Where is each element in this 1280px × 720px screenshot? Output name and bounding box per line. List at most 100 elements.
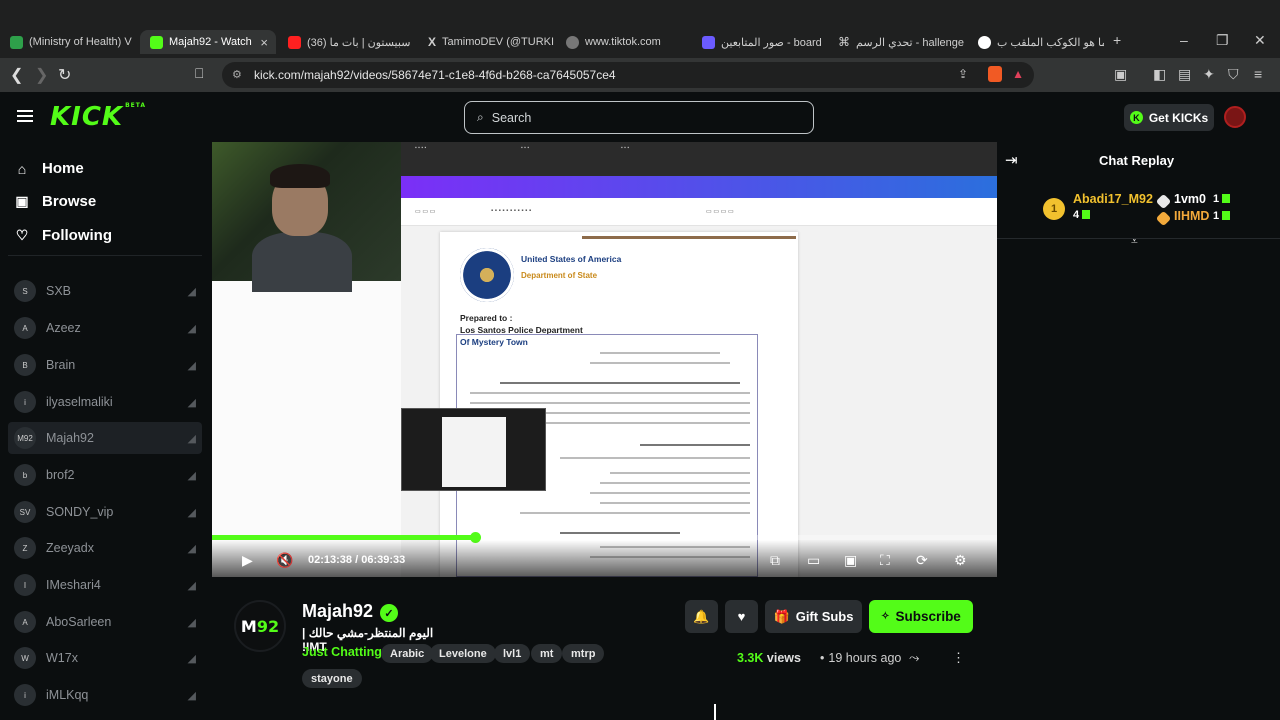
channel-name: AboSarleen bbox=[46, 615, 112, 629]
sidebar-channel[interactable]: A AboSarleen ◢ bbox=[8, 606, 202, 638]
tag[interactable]: Arabic bbox=[381, 644, 434, 663]
gift-subs-button[interactable]: 🎁 Gift Subs bbox=[765, 600, 862, 633]
sidebar-channel[interactable]: i iMLKqq ◢ bbox=[8, 679, 202, 711]
tag[interactable]: mtrp bbox=[562, 644, 605, 663]
document-text-line bbox=[600, 352, 720, 354]
close-window-icon[interactable]: ✕ bbox=[1254, 32, 1266, 49]
picture-in-picture-icon[interactable]: ▣ bbox=[844, 552, 857, 569]
sidebar-channel[interactable]: I IMeshari4 ◢ bbox=[8, 569, 202, 601]
browser-tab[interactable]: (36) سبيستون | بات ما bbox=[278, 30, 418, 54]
get-kicks-button[interactable]: K Get KICKs bbox=[1124, 104, 1214, 131]
tag[interactable]: Levelone bbox=[430, 644, 496, 663]
browser-tab[interactable]: صور المتابعين - board bbox=[692, 30, 828, 54]
globe-favicon-icon bbox=[566, 35, 579, 49]
subscribe-button[interactable]: ✧ Subscribe bbox=[869, 600, 973, 633]
channel-avatar: M92 bbox=[14, 427, 36, 449]
address-bar[interactable]: ⚙ kick.com/majah92/videos/58674e71-c1e8-… bbox=[222, 62, 1034, 88]
sidebar-channel[interactable]: A Azeez ◢ bbox=[8, 312, 202, 344]
user-avatar[interactable] bbox=[1224, 106, 1246, 128]
offline-icon: ◢ bbox=[187, 469, 196, 482]
browser-tab[interactable]: X TamimoDEV (@TURKI bbox=[418, 30, 558, 54]
sidebar-channel[interactable]: B Brain ◢ bbox=[8, 349, 202, 381]
maximize-icon[interactable]: ❐ bbox=[1216, 32, 1229, 49]
bookmark-icon[interactable]: ⎕ bbox=[195, 65, 203, 82]
leaderboard-count-value: 1 bbox=[1213, 193, 1220, 205]
sidebar-channel[interactable]: SV SONDY_vip ◢ bbox=[8, 496, 202, 528]
channel-name: ilyaselmaliki bbox=[46, 395, 113, 409]
challenge-favicon-icon: ⌘ bbox=[838, 35, 850, 49]
channel-name: brof2 bbox=[46, 468, 75, 482]
streamer-body-shape bbox=[252, 232, 352, 292]
brave-shield-icon[interactable] bbox=[988, 66, 1002, 82]
sidebar-channel[interactable]: W W17x ◢ bbox=[8, 642, 202, 674]
rank-badge-silver-icon bbox=[1155, 193, 1172, 210]
menu-icon[interactable]: ≡ bbox=[1254, 66, 1262, 82]
brave-rewards-icon[interactable]: ▲ bbox=[1012, 67, 1024, 81]
tag[interactable]: stayone bbox=[302, 669, 362, 688]
forward-icon[interactable]: ❯ bbox=[35, 65, 48, 85]
tab-label: Majah92 - Watch bbox=[169, 36, 252, 48]
fullscreen-icon[interactable]: ⛶ bbox=[880, 552, 890, 569]
collapse-chat-icon[interactable]: ⇥ bbox=[1005, 151, 1018, 169]
channel-name: iMLKqq bbox=[46, 688, 89, 702]
close-tab-icon[interactable]: × bbox=[260, 35, 276, 50]
reload-icon[interactable]: ↻ bbox=[58, 65, 71, 85]
notification-bell-button[interactable]: 🔔 bbox=[685, 600, 718, 633]
browser-tab[interactable]: (Ministry of Health) V bbox=[0, 30, 140, 54]
vpn-icon[interactable]: ⛉ bbox=[1228, 66, 1239, 83]
published-time: • 19 hours ago bbox=[820, 651, 902, 665]
nav-home[interactable]: ⌂ Home bbox=[14, 160, 84, 177]
nav-following[interactable]: ♡ Following bbox=[14, 227, 112, 244]
play-icon[interactable]: ▶ bbox=[242, 552, 253, 569]
extensions-icon[interactable]: ✦ bbox=[1203, 66, 1215, 83]
sidebar-icon[interactable]: ◧ bbox=[1153, 66, 1166, 83]
search-input[interactable]: ⌕ Search bbox=[464, 101, 814, 134]
sidebar-channel-selected[interactable]: M92 Majah92 ◢ bbox=[8, 422, 202, 454]
hamburger-menu-icon[interactable] bbox=[17, 110, 33, 122]
theater-mode-icon[interactable]: ▭ bbox=[807, 552, 820, 569]
kick-logo[interactable]: KICK BETA bbox=[50, 102, 146, 132]
minimize-icon[interactable]: – bbox=[1180, 32, 1188, 48]
sidebar-channel[interactable]: Z Zeeyadx ◢ bbox=[8, 532, 202, 564]
share-icon[interactable]: ⇪ bbox=[958, 67, 968, 81]
verified-badge-icon: ✓ bbox=[380, 604, 398, 622]
browser-toolbar: ❮ ❯ ↻ ⎕ ⚙ kick.com/majah92/videos/58674e… bbox=[0, 58, 1280, 92]
search-icon: ⌕ bbox=[477, 110, 484, 124]
channel-name: Azeez bbox=[46, 321, 81, 335]
sidebar-channel[interactable]: S SXB ◢ bbox=[8, 275, 202, 307]
channel-name[interactable]: Majah92 bbox=[302, 601, 373, 622]
browser-tab[interactable]: ⌘ تحدي الرسم - hallenge bbox=[828, 30, 968, 54]
reader-icon[interactable]: ▣ bbox=[1114, 66, 1127, 83]
back-icon[interactable]: ❮ bbox=[10, 65, 23, 85]
google-favicon-icon bbox=[978, 35, 991, 49]
sidebar-channel[interactable]: b brof2 ◢ bbox=[8, 459, 202, 491]
replay-icon[interactable]: ⟳ bbox=[916, 552, 928, 569]
more-options-icon[interactable]: ⋮ bbox=[952, 650, 965, 666]
document-text-line bbox=[500, 382, 740, 384]
category-link[interactable]: Just Chatting bbox=[302, 645, 382, 659]
browser-tab[interactable]: ما هو الكوكب الملقب ب bbox=[968, 30, 1104, 54]
get-kicks-label: Get KICKs bbox=[1148, 110, 1209, 125]
channel-avatar[interactable]: M 92 bbox=[234, 600, 286, 652]
browser-tab[interactable]: www.tiktok.com bbox=[556, 30, 692, 54]
tag[interactable]: mt bbox=[531, 644, 563, 663]
mute-icon[interactable]: 🔇 bbox=[276, 552, 293, 569]
browser-tab-active[interactable]: Majah92 - Watch × bbox=[140, 30, 276, 54]
video-player[interactable]: ▪ ▪ ▪ ▪ ▪ ▪ ▪ ▪ ▪ ▪ ▭ ▭ ▭ ▪ ▪ ▪ ▪ ▪ ▪ ▪ ▪… bbox=[212, 142, 997, 577]
wallet-icon[interactable]: ▤ bbox=[1178, 66, 1191, 83]
share-icon[interactable]: ⤳ bbox=[909, 650, 919, 666]
leaderboard-user[interactable]: IIHMD bbox=[1174, 209, 1209, 223]
clip-icon[interactable]: ⧉ bbox=[770, 552, 780, 569]
leaderboard-user[interactable]: Abadi17_M92 bbox=[1073, 192, 1153, 206]
new-tab-icon[interactable]: + bbox=[1113, 32, 1121, 48]
nav-browse[interactable]: ▣ Browse bbox=[14, 193, 96, 210]
site-info-icon[interactable]: ⚙ bbox=[232, 68, 242, 81]
sidebar-channel[interactable]: i ilyaselmaliki ◢ bbox=[8, 386, 202, 418]
settings-gear-icon[interactable]: ⚙ bbox=[954, 552, 967, 569]
leaderboard-user[interactable]: 1vm0 bbox=[1174, 192, 1206, 206]
view-count: 3.3K views bbox=[737, 651, 801, 665]
expand-leaderboard-icon[interactable]: ⩡ bbox=[1131, 234, 1138, 249]
gift-subs-label: Gift Subs bbox=[795, 609, 854, 624]
tag[interactable]: lvl1 bbox=[494, 644, 531, 663]
follow-button[interactable]: ♥ bbox=[725, 600, 758, 633]
